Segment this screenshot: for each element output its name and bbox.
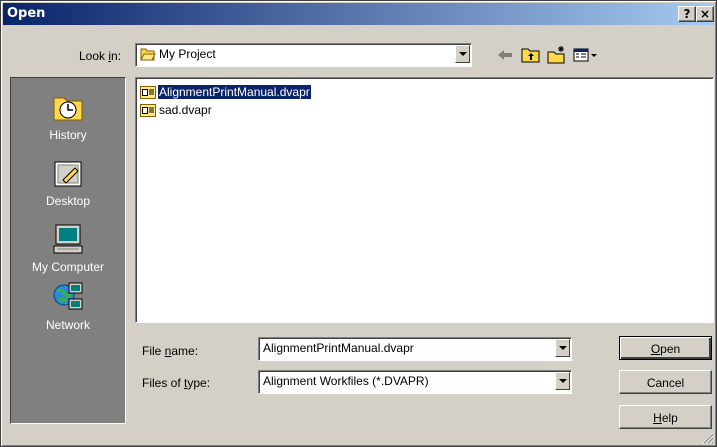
look-in-label: Look in: bbox=[79, 49, 122, 63]
file-type-label: Files of type: bbox=[142, 376, 211, 390]
cancel-button[interactable]: Cancel bbox=[619, 370, 712, 394]
look-in-dropdown-button[interactable] bbox=[455, 45, 470, 63]
new-folder-button[interactable] bbox=[546, 44, 568, 66]
file-name-label: AlignmentPrintManual.dvapr bbox=[157, 84, 312, 100]
file-name-value: AlignmentPrintManual.dvapr bbox=[263, 341, 414, 355]
back-arrow-icon bbox=[498, 50, 512, 60]
help-question-button[interactable]: ? bbox=[678, 6, 696, 22]
folder-open-icon bbox=[140, 47, 156, 64]
place-desktop[interactable]: Desktop bbox=[11, 154, 125, 214]
up-folder-icon bbox=[521, 48, 540, 63]
help-button-label: elp bbox=[661, 411, 678, 425]
network-icon bbox=[53, 282, 83, 310]
desktop-label: Desktop bbox=[45, 194, 91, 208]
file-type-dropdown[interactable]: Alignment Workfiles (*.DVAPR) bbox=[258, 370, 572, 394]
view-menu-button[interactable] bbox=[572, 44, 600, 66]
file-list[interactable]: AlignmentPrintManual.dvapr sad.dvapr bbox=[135, 77, 714, 323]
window-title: Open bbox=[7, 6, 46, 21]
help-button-mnemonic: H bbox=[653, 411, 662, 425]
back-button[interactable] bbox=[494, 44, 516, 66]
up-folder-button[interactable] bbox=[520, 44, 542, 66]
close-button[interactable]: × bbox=[696, 6, 714, 22]
open-dialog: Open ? × Look in: My Project History Des… bbox=[0, 0, 717, 447]
my-computer-label: My Computer bbox=[31, 260, 105, 274]
history-icon bbox=[53, 97, 83, 121]
file-name-dropdown-button[interactable] bbox=[555, 339, 570, 357]
my-computer-icon bbox=[53, 224, 83, 254]
places-bar: History Desktop My Computer Network bbox=[10, 77, 126, 424]
open-button-mnemonic: O bbox=[650, 342, 661, 356]
open-button-label: pen bbox=[660, 342, 681, 356]
file-type-value: Alignment Workfiles (*.DVAPR) bbox=[263, 374, 429, 388]
help-button[interactable]: Help bbox=[619, 405, 712, 429]
file-name-field-label: File name: bbox=[142, 344, 199, 358]
title-bar[interactable]: Open ? × bbox=[3, 3, 714, 25]
place-my-computer[interactable]: My Computer bbox=[11, 220, 125, 280]
dvapr-file-icon bbox=[140, 103, 156, 120]
view-menu-icon bbox=[573, 48, 597, 62]
open-button[interactable]: Open bbox=[619, 336, 712, 360]
place-network[interactable]: Network bbox=[11, 278, 125, 338]
look-in-value: My Project bbox=[159, 47, 216, 61]
resize-grip-icon[interactable] bbox=[702, 432, 714, 444]
network-label: Network bbox=[45, 318, 90, 332]
history-label: History bbox=[49, 128, 87, 142]
file-name-label: sad.dvapr bbox=[159, 103, 212, 117]
file-name-input[interactable]: AlignmentPrintManual.dvapr bbox=[258, 337, 572, 361]
place-history[interactable]: History bbox=[11, 88, 125, 148]
dvapr-file-icon bbox=[140, 85, 156, 102]
new-folder-icon bbox=[547, 46, 565, 64]
file-type-dropdown-button[interactable] bbox=[555, 372, 570, 390]
look-in-dropdown[interactable]: My Project bbox=[135, 43, 472, 67]
desktop-icon bbox=[54, 161, 82, 187]
